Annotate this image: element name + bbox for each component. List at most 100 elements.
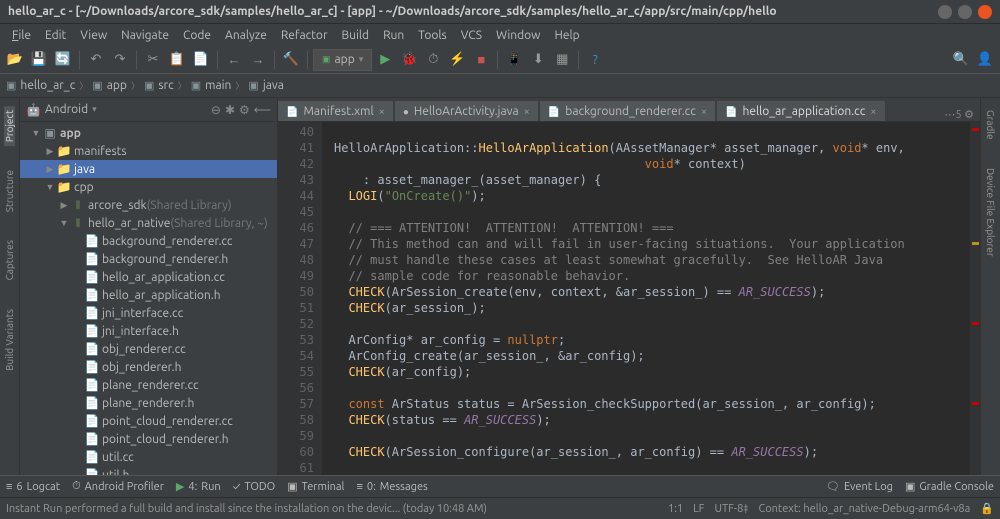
menu-vcs[interactable]: VCS bbox=[455, 27, 488, 44]
error-marker[interactable] bbox=[972, 402, 979, 405]
minimize-button[interactable] bbox=[938, 5, 952, 19]
tool-device-explorer[interactable]: Device File Explorer bbox=[985, 164, 996, 261]
menu-view[interactable]: View bbox=[74, 27, 113, 44]
menu-edit[interactable]: Edit bbox=[39, 27, 72, 44]
tree-file[interactable]: 📄obj_renderer.cc bbox=[20, 340, 277, 358]
tree-file[interactable]: 📄hello_ar_application.h bbox=[20, 286, 277, 304]
breadcrumb-item[interactable]: java bbox=[263, 79, 284, 92]
run-config-selector[interactable]: ▣app▾ bbox=[313, 49, 372, 71]
bottom-profiler[interactable]: ⏱ Android Profiler bbox=[72, 480, 164, 493]
bottom-logcat[interactable]: ≡ 6 Logcat bbox=[6, 481, 60, 493]
back-icon[interactable]: ← bbox=[223, 49, 245, 71]
tree-node-app[interactable]: ▼▣app bbox=[20, 124, 277, 142]
status-line-ending[interactable]: LF bbox=[693, 503, 704, 515]
menu-run[interactable]: Run bbox=[377, 27, 410, 44]
menu-tools[interactable]: Tools bbox=[412, 27, 453, 44]
editor-tab[interactable]: 📄Manifest.xml× bbox=[278, 101, 393, 121]
tree-file[interactable]: 📄obj_renderer.h bbox=[20, 358, 277, 376]
sync-icon[interactable]: 🔄 bbox=[52, 49, 74, 71]
breadcrumb-item[interactable]: src bbox=[158, 79, 173, 92]
tool-gradle[interactable]: Gradle bbox=[985, 106, 996, 144]
run-icon[interactable]: ▶ bbox=[374, 49, 396, 71]
status-caret-pos[interactable]: 1:1 bbox=[668, 503, 683, 515]
tree-file[interactable]: 📄hello_ar_application.cc bbox=[20, 268, 277, 286]
avd-icon[interactable]: 📱 bbox=[503, 49, 525, 71]
close-tab-icon[interactable]: × bbox=[870, 106, 876, 118]
tool-captures[interactable]: Captures bbox=[4, 236, 15, 284]
tree-file[interactable]: 📄background_renderer.h bbox=[20, 250, 277, 268]
close-tab-icon[interactable]: × bbox=[701, 106, 707, 118]
editor-tab[interactable]: 📄background_renderer.cc× bbox=[540, 101, 715, 121]
debug-icon[interactable]: 🐞 bbox=[398, 49, 420, 71]
menu-refactor[interactable]: Refactor bbox=[275, 27, 334, 44]
tree-file[interactable]: 📄jni_interface.h bbox=[20, 322, 277, 340]
tree-node-java[interactable]: ▶📁java bbox=[20, 160, 277, 178]
layout-icon[interactable]: ▦ bbox=[551, 49, 573, 71]
tree-node-arcore-sdk[interactable]: ▶‖arcore_sdk (Shared Library) bbox=[20, 196, 277, 214]
close-button[interactable] bbox=[978, 5, 992, 19]
tree-node-hello-ar-native[interactable]: ▼‖hello_ar_native (Shared Library, ~) bbox=[20, 214, 277, 232]
tool-structure[interactable]: Structure bbox=[4, 166, 15, 216]
tree-file[interactable]: 📄util.cc bbox=[20, 448, 277, 466]
maximize-button[interactable] bbox=[958, 5, 972, 19]
code-content[interactable]: HelloArApplication::HelloArApplication(A… bbox=[322, 122, 970, 475]
error-stripe[interactable] bbox=[970, 122, 980, 475]
close-tab-icon[interactable]: × bbox=[524, 106, 530, 118]
gear-icon[interactable]: ⚙ bbox=[239, 103, 250, 117]
breadcrumb-item[interactable]: main bbox=[205, 79, 231, 92]
project-view-label[interactable]: Android bbox=[45, 103, 88, 116]
error-marker[interactable] bbox=[972, 128, 979, 131]
cut-icon[interactable]: ✂ bbox=[142, 49, 164, 71]
error-marker[interactable] bbox=[972, 322, 979, 325]
save-icon[interactable]: 💾 bbox=[28, 49, 50, 71]
editor-tab[interactable]: 📄hello_ar_application.cc× bbox=[717, 101, 884, 121]
menu-file[interactable]: File bbox=[6, 27, 37, 44]
search-icon[interactable]: 🔍 bbox=[950, 49, 972, 71]
build-icon[interactable]: 🔨 bbox=[280, 49, 302, 71]
tree-file[interactable]: 📄point_cloud_renderer.h bbox=[20, 430, 277, 448]
collapse-icon[interactable]: ⊖ bbox=[211, 103, 221, 117]
forward-icon[interactable]: → bbox=[247, 49, 269, 71]
sdk-icon[interactable]: ⬇ bbox=[527, 49, 549, 71]
breadcrumb-item[interactable]: hello_ar_c bbox=[20, 79, 75, 92]
stop-icon[interactable]: ■ bbox=[470, 49, 492, 71]
menu-help[interactable]: Help bbox=[548, 27, 585, 44]
bottom-run[interactable]: ▶ 4: Run bbox=[176, 480, 221, 493]
tree-file[interactable]: 📄background_renderer.cc bbox=[20, 232, 277, 250]
tabs-overflow[interactable]: ⋯5 ⚙ bbox=[938, 108, 980, 121]
menu-build[interactable]: Build bbox=[336, 27, 376, 44]
menu-code[interactable]: Code bbox=[177, 27, 217, 44]
bottom-todo[interactable]: ✓ TODO bbox=[233, 481, 276, 493]
tree-node-manifests[interactable]: ▶📁manifests bbox=[20, 142, 277, 160]
profile-icon[interactable]: ⏱ bbox=[422, 49, 444, 71]
tool-project[interactable]: Project bbox=[4, 106, 15, 146]
menu-analyze[interactable]: Analyze bbox=[219, 27, 273, 44]
menu-window[interactable]: Window bbox=[490, 27, 546, 44]
bottom-messages[interactable]: ≡ 0: Messages bbox=[356, 481, 427, 493]
tree-node-cpp[interactable]: ▼📁cpp bbox=[20, 178, 277, 196]
copy-icon[interactable]: 📋 bbox=[166, 49, 188, 71]
close-tab-icon[interactable]: × bbox=[379, 106, 385, 118]
redo-icon[interactable]: ↷ bbox=[109, 49, 131, 71]
warning-marker[interactable] bbox=[972, 242, 979, 245]
tree-file[interactable]: 📄point_cloud_renderer.cc bbox=[20, 412, 277, 430]
undo-icon[interactable]: ↶ bbox=[85, 49, 107, 71]
bottom-terminal[interactable]: ▣ Terminal bbox=[287, 480, 344, 493]
editor-tab[interactable]: ●HelloArActivity.java× bbox=[395, 101, 538, 121]
tree-file[interactable]: 📄util.h bbox=[20, 466, 277, 475]
bottom-gradle-console[interactable]: ▣ Gradle Console bbox=[905, 480, 994, 493]
bottom-eventlog[interactable]: 🗨 Event Log bbox=[826, 480, 893, 493]
breadcrumb-item[interactable]: app bbox=[107, 79, 127, 92]
status-lock-icon[interactable]: 🔒 bbox=[980, 502, 994, 515]
user-icon[interactable]: 👤 bbox=[974, 49, 996, 71]
status-encoding[interactable]: UTF-8‡ bbox=[714, 503, 748, 515]
tree-file[interactable]: 📄plane_renderer.cc bbox=[20, 376, 277, 394]
settings-icon[interactable]: ✱ bbox=[225, 103, 235, 117]
code-editor[interactable]: 40 41 42 43 44 45 46 47 48 49 50 51 52 5… bbox=[278, 122, 980, 475]
attach-icon[interactable]: ⚡ bbox=[446, 49, 468, 71]
help-icon[interactable]: ? bbox=[584, 49, 606, 71]
tree-file[interactable]: 📄jni_interface.cc bbox=[20, 304, 277, 322]
status-context[interactable]: Context: hello_ar_native-Debug-arm64-v8a bbox=[758, 503, 970, 515]
project-tree[interactable]: ▼▣app ▶📁manifests ▶📁java ▼📁cpp ▶‖arcore_… bbox=[20, 122, 277, 475]
paste-icon[interactable]: 📄 bbox=[190, 49, 212, 71]
